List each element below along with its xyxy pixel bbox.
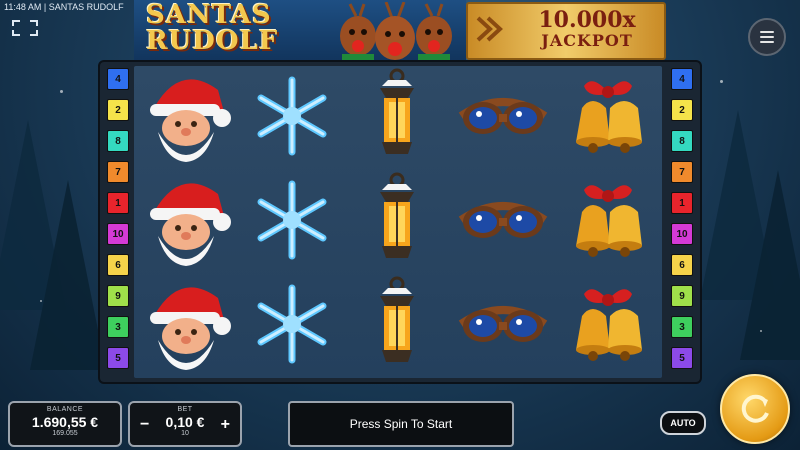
- goggles-icon: [457, 294, 549, 359]
- payline-indicator: 6: [107, 254, 129, 276]
- bet-panel: − BET 0,10 € 10 +: [128, 401, 242, 447]
- payline-indicator: 3: [107, 316, 129, 338]
- reel-cell: [556, 274, 660, 378]
- payline-indicator: 7: [107, 161, 129, 183]
- logo-line2: RUDOLF: [146, 26, 279, 56]
- payline-indicator: 2: [107, 99, 129, 121]
- reel-cell: [134, 170, 238, 274]
- payline-indicator: 2: [671, 99, 693, 121]
- reel-column: [240, 66, 344, 378]
- snowflake-icon: [250, 282, 334, 371]
- payline-indicator: 10: [671, 223, 693, 245]
- payline-indicator: 5: [107, 347, 129, 369]
- chevron-right-icon: [476, 16, 503, 42]
- reel-cell: [451, 170, 555, 274]
- fullscreen-icon[interactable]: [12, 20, 38, 36]
- payline-indicator: 6: [671, 254, 693, 276]
- bells-icon: [562, 278, 654, 375]
- menu-icon-bar: [760, 36, 774, 38]
- spin-button[interactable]: [720, 374, 790, 444]
- message-text: Press Spin To Start: [349, 417, 453, 431]
- payline-indicator: 7: [671, 161, 693, 183]
- balance-panel: BALANCE 1.690,55 € 169.055: [8, 401, 122, 447]
- reel-cell: [556, 170, 660, 274]
- bet-label: BET: [177, 406, 193, 413]
- lantern-icon: [372, 276, 422, 377]
- bells-icon: [562, 70, 654, 167]
- payline-indicator: 4: [671, 68, 693, 90]
- balance-label: BALANCE: [46, 406, 84, 413]
- logo-line1: SANTAS: [146, 0, 272, 30]
- auto-button[interactable]: AUTO: [660, 411, 706, 435]
- jackpot-amount: 10.000x: [538, 7, 636, 33]
- reel-cell: [134, 274, 238, 378]
- reel-cell: [240, 170, 344, 274]
- santa-icon: [140, 68, 232, 169]
- reel-cell: [451, 66, 555, 170]
- reel-column: [345, 66, 449, 378]
- payline-indicator: 8: [107, 130, 129, 152]
- lantern-icon: [372, 172, 422, 273]
- payline-indicator: 3: [671, 316, 693, 338]
- reel-cell: [451, 274, 555, 378]
- goggles-icon: [457, 86, 549, 151]
- payline-indicator: 8: [671, 130, 693, 152]
- jackpot-label: JACKPOT: [541, 31, 633, 50]
- message-panel: Press Spin To Start: [288, 401, 514, 447]
- reel-cell: [240, 66, 344, 170]
- reel-cell: [134, 66, 238, 170]
- santa-icon: [140, 276, 232, 377]
- snowflake-icon: [250, 178, 334, 267]
- menu-button[interactable]: [748, 18, 786, 56]
- menu-icon-bar: [760, 41, 774, 43]
- reel-cell: [556, 66, 660, 170]
- status-game-name: SANTAS RUDOLF: [48, 2, 124, 12]
- reel-frame: 4 2 8 7 1 10 6 9 3 5 4 2 8 7 1 10 6 9 3 5: [100, 62, 700, 382]
- jackpot-banner: 10.000x JACKPOT: [466, 2, 666, 60]
- spin-icon: [741, 394, 769, 423]
- reel-cell: [240, 274, 344, 378]
- santa-icon: [140, 172, 232, 273]
- balance-credits: 169.055: [52, 430, 78, 437]
- goggles-icon: [457, 190, 549, 255]
- game-logo: SANTAS RUDOLF: [134, 0, 466, 69]
- reel-column: [134, 66, 238, 378]
- reel-cell: [345, 170, 449, 274]
- auto-label: AUTO: [670, 418, 696, 428]
- bells-icon: [562, 174, 654, 271]
- payline-indicator: 5: [671, 347, 693, 369]
- reel-cell: [345, 66, 449, 170]
- payline-indicator: 1: [107, 192, 129, 214]
- payline-indicator: 1: [671, 192, 693, 214]
- payline-indicator: 9: [671, 285, 693, 307]
- reel-column: [556, 66, 660, 378]
- reel-cell: [345, 274, 449, 378]
- status-separator: |: [43, 2, 47, 12]
- reel-column: [451, 66, 555, 378]
- lantern-icon: [372, 68, 422, 169]
- menu-icon-bar: [760, 31, 774, 33]
- status-bar: 11:48 AM | SANTAS RUDOLF: [4, 2, 124, 12]
- bet-increase-button[interactable]: +: [221, 416, 230, 434]
- reel-area: [134, 66, 662, 378]
- payline-indicator: 10: [107, 223, 129, 245]
- payline-indicator: 9: [107, 285, 129, 307]
- bet-decrease-button[interactable]: −: [140, 416, 149, 434]
- snowflake-icon: [250, 74, 334, 163]
- status-time: 11:48 AM: [4, 2, 42, 12]
- balance-value: 1.690,55 €: [31, 414, 99, 430]
- payline-indicator: 4: [107, 68, 129, 90]
